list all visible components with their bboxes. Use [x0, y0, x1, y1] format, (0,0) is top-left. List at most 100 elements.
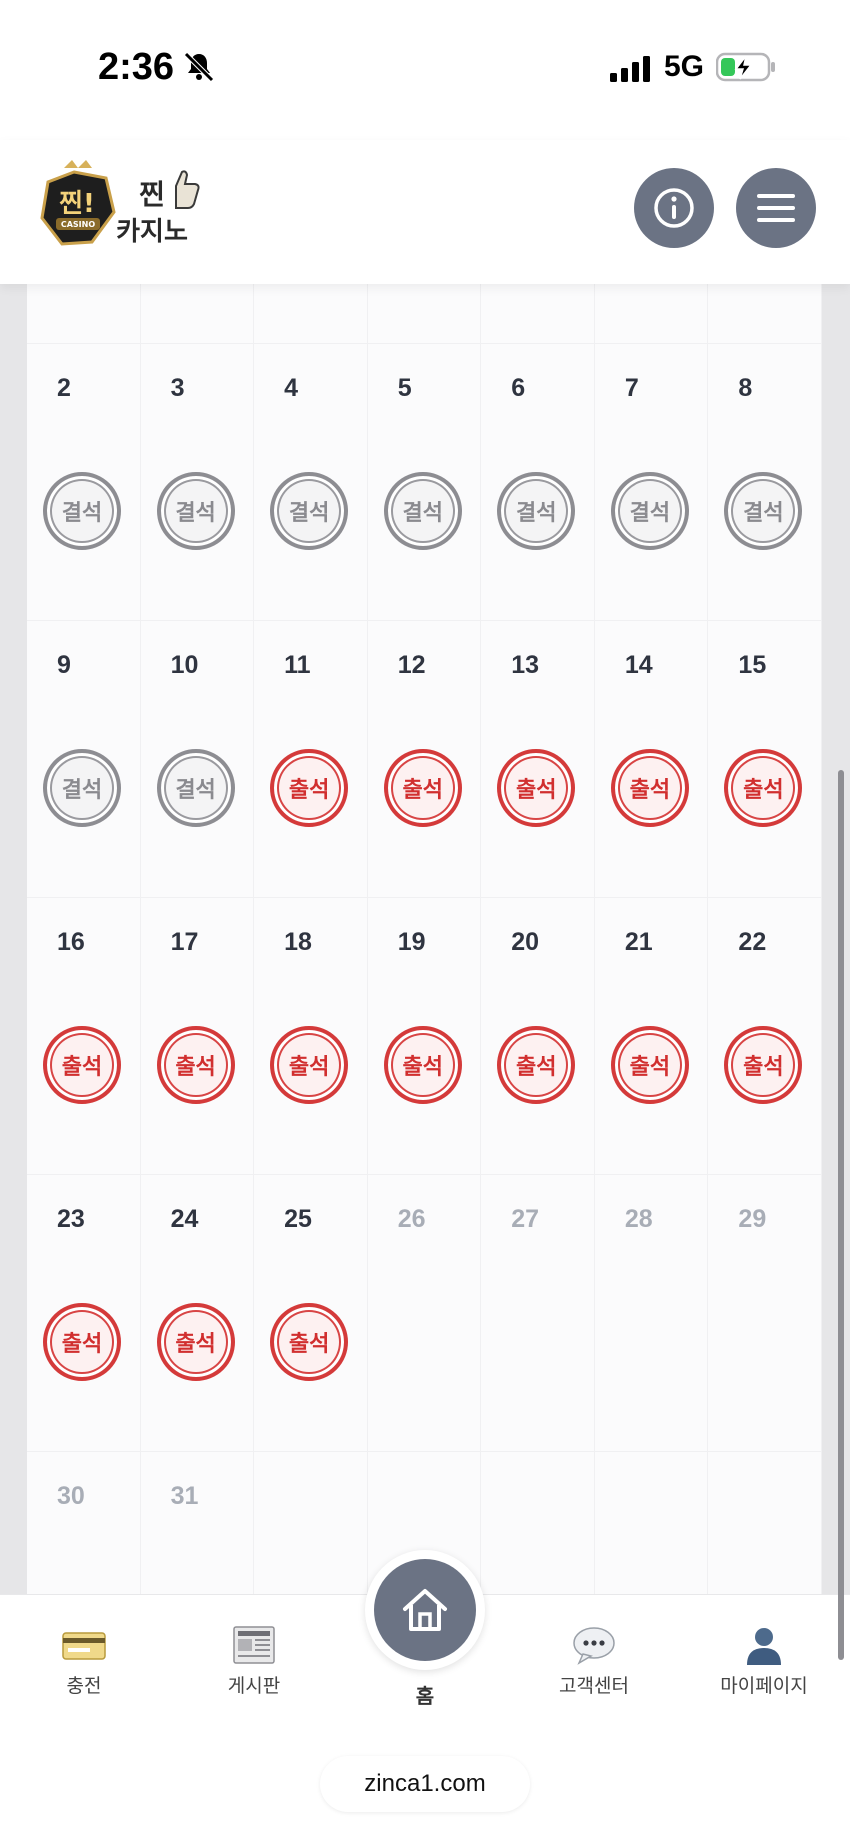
attendance-present-stamp: 출석 [383, 749, 462, 827]
nav-mypage[interactable]: 마이페이지 [704, 1625, 824, 1698]
calendar-day-number: 7 [624, 374, 639, 402]
nav-charge[interactable]: 충전 [24, 1625, 144, 1698]
logo-mark-text: 찐! [59, 189, 95, 219]
calendar-day-cell[interactable]: 28 [594, 1175, 709, 1452]
attendance-present-stamp: 출석 [270, 1303, 349, 1381]
calendar-day-number: 13 [511, 651, 540, 679]
nav-support[interactable]: 고객센터 [534, 1625, 654, 1698]
calendar-day-cell[interactable]: 30 [27, 1452, 141, 1594]
casino-logo[interactable]: 찐! CASINO 찐 카지노 [34, 160, 214, 260]
attendance-present-stamp: 출석 [383, 1026, 462, 1104]
calendar-day-number: 29 [738, 1205, 767, 1233]
home-button[interactable] [374, 1559, 476, 1661]
calendar-day-number: 3 [170, 374, 185, 402]
browser-url-bar[interactable]: zinca1.com [320, 1756, 530, 1812]
calendar-day-number: 6 [511, 374, 526, 402]
calendar-day-number: 21 [624, 928, 653, 956]
calendar-day-number: 20 [511, 928, 540, 956]
chat-bubble-icon [573, 1627, 615, 1665]
info-button[interactable] [634, 168, 714, 248]
attendance-present-stamp: 출석 [43, 1026, 121, 1104]
calendar-day-cell[interactable]: 23 출석 [27, 1175, 141, 1452]
nav-label-board: 게시판 [227, 1675, 281, 1697]
calendar-day-cell[interactable]: 8 결석 [708, 344, 822, 621]
network-type: 5G [664, 50, 705, 83]
calendar-day-cell[interactable]: 31 [141, 1452, 255, 1594]
calendar-day-cell[interactable]: 7 결석 [594, 344, 709, 621]
nav-label-mypage: 마이페이지 [720, 1675, 808, 1697]
calendar-day-cell[interactable]: 24 출석 [140, 1175, 255, 1452]
calendar-day-cell[interactable]: 3 결석 [140, 344, 255, 621]
attendance-present-stamp: 출석 [270, 749, 349, 827]
calendar-day-cell[interactable]: 15 출석 [708, 621, 822, 898]
calendar-day-number: 11 [284, 651, 311, 679]
attendance-present-stamp: 출석 [270, 1026, 349, 1104]
signal-icon [610, 56, 650, 82]
attendance-present-stamp: 출석 [610, 749, 689, 827]
calendar-day-number: 30 [57, 1482, 85, 1510]
calendar-day-cell[interactable]: 5 결석 [367, 344, 482, 621]
calendar-day-cell[interactable]: 16 출석 [27, 898, 141, 1175]
logo-badge-text: CASINO [61, 220, 95, 229]
status-bar: 2:36 5G [0, 0, 850, 140]
attendance-absent-stamp: 결석 [610, 472, 689, 550]
calendar-cell-empty [254, 1452, 368, 1594]
info-icon [654, 188, 694, 228]
calendar-day-number: 24 [170, 1205, 199, 1233]
calendar-cell-empty [481, 1452, 595, 1594]
calendar-day-cell[interactable]: 27 [481, 1175, 595, 1452]
calendar-day-cell[interactable]: 2 결석 [27, 344, 141, 621]
calendar-day-cell[interactable]: 13 출석 [481, 621, 595, 898]
attendance-present-stamp: 출석 [497, 1026, 576, 1104]
menu-button[interactable] [736, 168, 816, 248]
calendar-cell-empty [140, 284, 255, 344]
calendar-day-cell[interactable]: 29 [708, 1175, 822, 1452]
nav-label-home: 홈 [415, 1684, 435, 1708]
nav-board[interactable]: 게시판 [194, 1625, 314, 1698]
calendar-cell-empty [367, 284, 482, 344]
calendar-day-cell[interactable]: 4 결석 [254, 344, 368, 621]
calendar-day-cell[interactable]: 25 출석 [254, 1175, 368, 1452]
battery-charging-icon [716, 52, 775, 82]
calendar-day-number: 31 [170, 1482, 199, 1510]
calendar-day-number: 9 [57, 651, 71, 679]
attendance-present-stamp: 출석 [156, 1303, 235, 1381]
calendar-cell-empty [595, 1452, 709, 1594]
calendar-cell-empty [27, 284, 141, 344]
calendar-day-number: 15 [738, 651, 767, 679]
user-icon [747, 1628, 781, 1665]
calendar-day-cell[interactable]: 12 출석 [367, 621, 482, 898]
calendar-day-cell[interactable]: 18 출석 [254, 898, 368, 1175]
calendar-day-cell[interactable]: 22 출석 [708, 898, 822, 1175]
attendance-present-stamp: 출석 [43, 1303, 121, 1381]
calendar-day-number: 14 [624, 651, 653, 679]
calendar-cell-empty [708, 284, 822, 344]
home-icon [403, 1589, 447, 1631]
calendar-day-cell[interactable]: 14 출석 [594, 621, 709, 898]
calendar-day-number: 22 [738, 928, 767, 956]
credit-card-icon [62, 1632, 106, 1660]
calendar-day-cell[interactable]: 10 결석 [140, 621, 255, 898]
calendar-day-number: 23 [57, 1205, 85, 1233]
calendar-day-cell[interactable]: 21 출석 [594, 898, 709, 1175]
calendar-day-cell[interactable]: 20 출석 [481, 898, 595, 1175]
page-scrollbar[interactable] [838, 770, 844, 1660]
calendar-day-cell[interactable]: 9 결석 [27, 621, 141, 898]
calendar-cell-empty [481, 284, 595, 344]
calendar-day-number: 4 [284, 374, 299, 402]
calendar-day-cell[interactable]: 17 출석 [140, 898, 255, 1175]
bell-muted-icon [184, 52, 214, 82]
attendance-present-stamp: 출석 [156, 1026, 235, 1104]
calendar-day-number: 27 [511, 1205, 540, 1233]
calendar-day-number: 28 [624, 1205, 653, 1233]
calendar-day-cell[interactable]: 19 출석 [367, 898, 482, 1175]
calendar-day-number: 19 [397, 928, 426, 956]
calendar-day-number: 26 [397, 1205, 426, 1233]
nav-label-charge: 충전 [66, 1675, 102, 1697]
calendar-day-cell[interactable]: 6 결석 [481, 344, 595, 621]
hamburger-menu-icon [757, 194, 795, 222]
attendance-present-stamp: 출석 [497, 749, 576, 827]
calendar-day-number: 16 [57, 928, 85, 956]
calendar-day-cell[interactable]: 11 출석 [254, 621, 368, 898]
calendar-day-cell[interactable]: 26 [367, 1175, 482, 1452]
